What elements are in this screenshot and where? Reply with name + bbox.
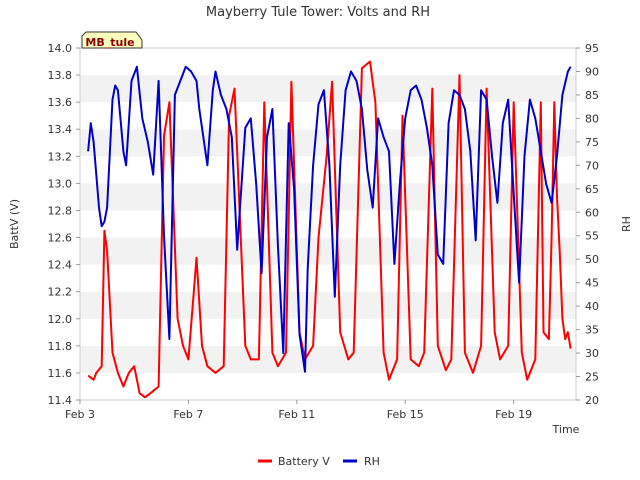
- y-left-tick-label: 13.8: [48, 69, 73, 82]
- y-left-tick-label: 13.6: [48, 96, 73, 109]
- grid-band: [80, 264, 576, 292]
- grid-band: [80, 345, 576, 373]
- y-left-tick-label: 13.0: [48, 177, 73, 190]
- grid-band: [80, 318, 576, 346]
- y-left-tick-label: 12.8: [48, 204, 73, 217]
- y-right-tick-label: 55: [585, 230, 599, 243]
- grid-bands: [80, 48, 576, 400]
- y-right-tick-label: 65: [585, 183, 599, 196]
- y-right-tick-label: 30: [585, 347, 599, 360]
- x-tick-label: Feb 3: [65, 408, 95, 421]
- left-axis-ticks: 11.4 11.6 11.8 12.0 12.2 12.4 12.6 12.8 13.0 13.2…: [48, 42, 80, 407]
- y-right-tick-label: 25: [585, 371, 599, 384]
- right-axis-ticks: 20 25 30 35 40 45 50 55 60 65 70 75 80 85 90 95: [576, 42, 599, 407]
- y-axis-right-title: RH: [620, 216, 633, 232]
- y-right-tick-label: 50: [585, 253, 599, 266]
- y-right-tick-label: 80: [585, 112, 599, 125]
- x-tick-label: Feb 15: [387, 408, 424, 421]
- chart-title: Mayberry Tule Tower: Volts and RH: [206, 5, 430, 20]
- y-right-tick-label: 40: [585, 300, 599, 313]
- x-tick-label: Feb 7: [173, 408, 203, 421]
- y-right-tick-label: 45: [585, 277, 599, 290]
- y-left-tick-label: 11.4: [48, 394, 73, 407]
- grid-band: [80, 372, 576, 400]
- y-left-tick-label: 13.4: [48, 123, 73, 136]
- y-right-tick-label: 20: [585, 394, 599, 407]
- y-right-tick-label: 70: [585, 159, 599, 172]
- y-left-tick-label: 12.2: [48, 286, 73, 299]
- y-right-tick-label: 95: [585, 42, 599, 55]
- grid-band: [80, 48, 576, 76]
- y-right-tick-label: 60: [585, 206, 599, 219]
- y-axis-left-title: BattV (V): [8, 199, 21, 249]
- y-left-tick-label: 11.6: [48, 367, 73, 380]
- y-right-tick-label: 85: [585, 89, 599, 102]
- grid-band: [80, 291, 576, 319]
- y-left-tick-label: 14.0: [48, 42, 73, 55]
- grid-band: [80, 75, 576, 103]
- y-right-tick-label: 35: [585, 324, 599, 337]
- station-label: MB_tule: [85, 36, 134, 49]
- x-tick-label: Feb 11: [278, 408, 315, 421]
- y-right-tick-label: 75: [585, 136, 599, 149]
- y-left-tick-label: 12.0: [48, 313, 73, 326]
- x-axis-title: Time: [552, 423, 580, 436]
- x-tick-label: Feb 19: [495, 408, 532, 421]
- x-axis-ticks: Feb 3 Feb 7 Feb 11 Feb 15 Feb 19: [65, 400, 532, 421]
- grid-band: [80, 183, 576, 211]
- y-right-tick-label: 90: [585, 65, 599, 78]
- legend-label-rh: RH: [364, 455, 380, 468]
- legend-label-battery: Battery V: [278, 455, 330, 468]
- y-left-tick-label: 12.6: [48, 232, 73, 245]
- y-left-tick-label: 11.8: [48, 340, 73, 353]
- station-badge: MB_tule: [81, 31, 143, 49]
- grid-band: [80, 237, 576, 265]
- chart-canvas: 11.4 11.6 11.8 12.0 12.2 12.4 12.6 12.8 13.0 13.2…: [8, 5, 633, 468]
- grid-band: [80, 210, 576, 238]
- legend: Battery V RH: [258, 455, 380, 468]
- y-left-tick-label: 13.2: [48, 150, 73, 163]
- y-left-tick-label: 12.4: [48, 259, 73, 272]
